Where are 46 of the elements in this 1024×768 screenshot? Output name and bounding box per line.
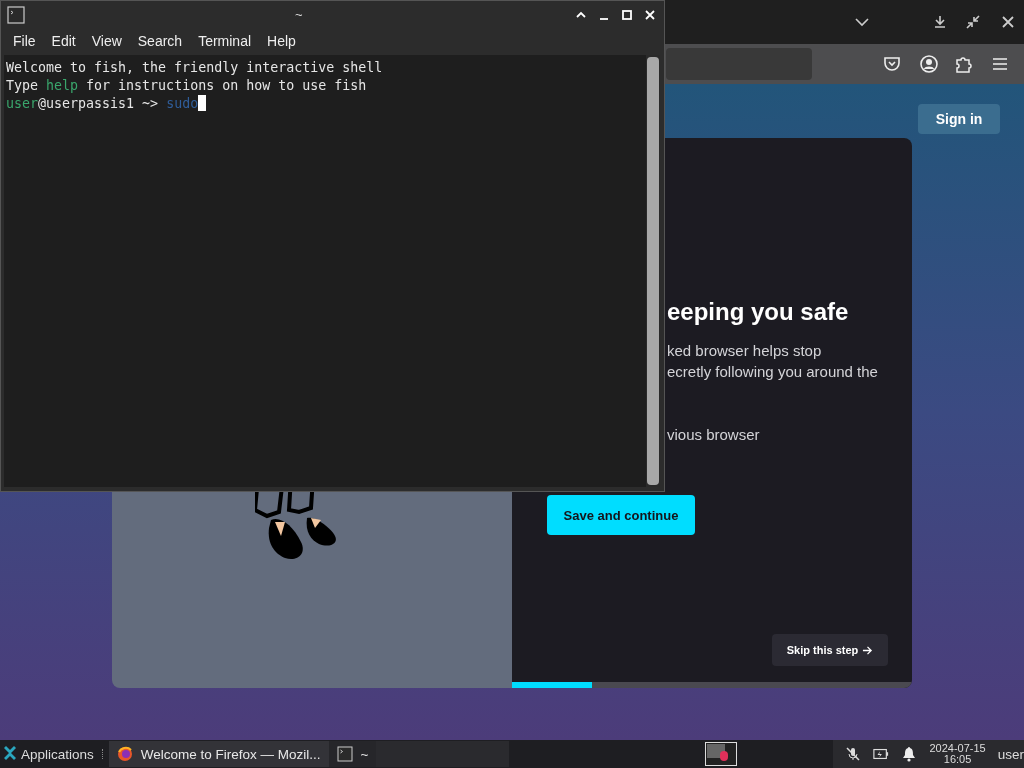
menu-item[interactable]: Edit <box>43 33 84 49</box>
terminal-icon <box>336 746 353 762</box>
menu-item[interactable]: Terminal <box>190 33 260 49</box>
window-title: ~ <box>295 7 303 22</box>
save-and-continue-button[interactable]: Save and continue <box>547 495 695 535</box>
user-menu[interactable]: user <box>997 746 1024 762</box>
restore-icon[interactable] <box>965 14 981 30</box>
menu-item[interactable]: Help <box>259 33 304 49</box>
battery-icon[interactable] <box>873 746 890 762</box>
download-icon[interactable] <box>932 14 948 30</box>
muted-microphone-icon[interactable] <box>845 746 862 762</box>
skip-button[interactable]: Skip this step <box>772 634 888 666</box>
body-text: ked browser helps stop <box>667 341 823 361</box>
body-text: ecretly following you around the <box>667 362 879 382</box>
sign-in-button[interactable]: Sign in <box>918 104 1000 134</box>
pocket-icon[interactable] <box>882 54 902 74</box>
star-logo-icon <box>2 746 18 762</box>
workspace-switcher[interactable] <box>704 742 737 766</box>
terminal-icon <box>7 6 25 24</box>
menu-item[interactable]: View <box>83 33 130 49</box>
terminal-text: Type <box>6 77 40 93</box>
terminal-text: sudo <box>166 95 199 111</box>
address-field[interactable] <box>666 48 812 80</box>
body-text: vious browser <box>667 425 761 445</box>
heading: eeping you safe <box>667 298 850 326</box>
close-icon[interactable] <box>644 9 656 21</box>
arrow-right-icon <box>862 644 874 656</box>
taskbar-task[interactable]: Welcome to Firefox — Mozil... <box>108 741 329 767</box>
bell-icon[interactable] <box>901 746 918 762</box>
menu-item[interactable]: File <box>5 33 44 49</box>
terminal-text: user <box>6 95 39 111</box>
browser-icon <box>116 746 133 762</box>
puzzle-icon[interactable] <box>954 54 974 74</box>
close-icon[interactable] <box>1000 14 1016 30</box>
scrollbar[interactable] <box>647 57 659 485</box>
clock[interactable]: 2024-07-15 16:05 <box>929 743 986 765</box>
maximize-icon[interactable] <box>621 9 633 21</box>
applications-menu[interactable]: Applications <box>0 746 98 762</box>
text-cursor <box>198 95 207 111</box>
terminal-text: for instructions on how to use fish <box>85 77 367 93</box>
terminal-text: Welcome to fish, the friendly interactive shell <box>6 59 383 75</box>
menu-item[interactable]: Search <box>129 33 191 49</box>
terminal-text: help <box>46 77 79 93</box>
account-icon[interactable] <box>919 54 939 74</box>
terminal-text: @userpassis1 ~> <box>38 95 160 111</box>
taskbar-task[interactable]: ~ <box>328 741 377 767</box>
